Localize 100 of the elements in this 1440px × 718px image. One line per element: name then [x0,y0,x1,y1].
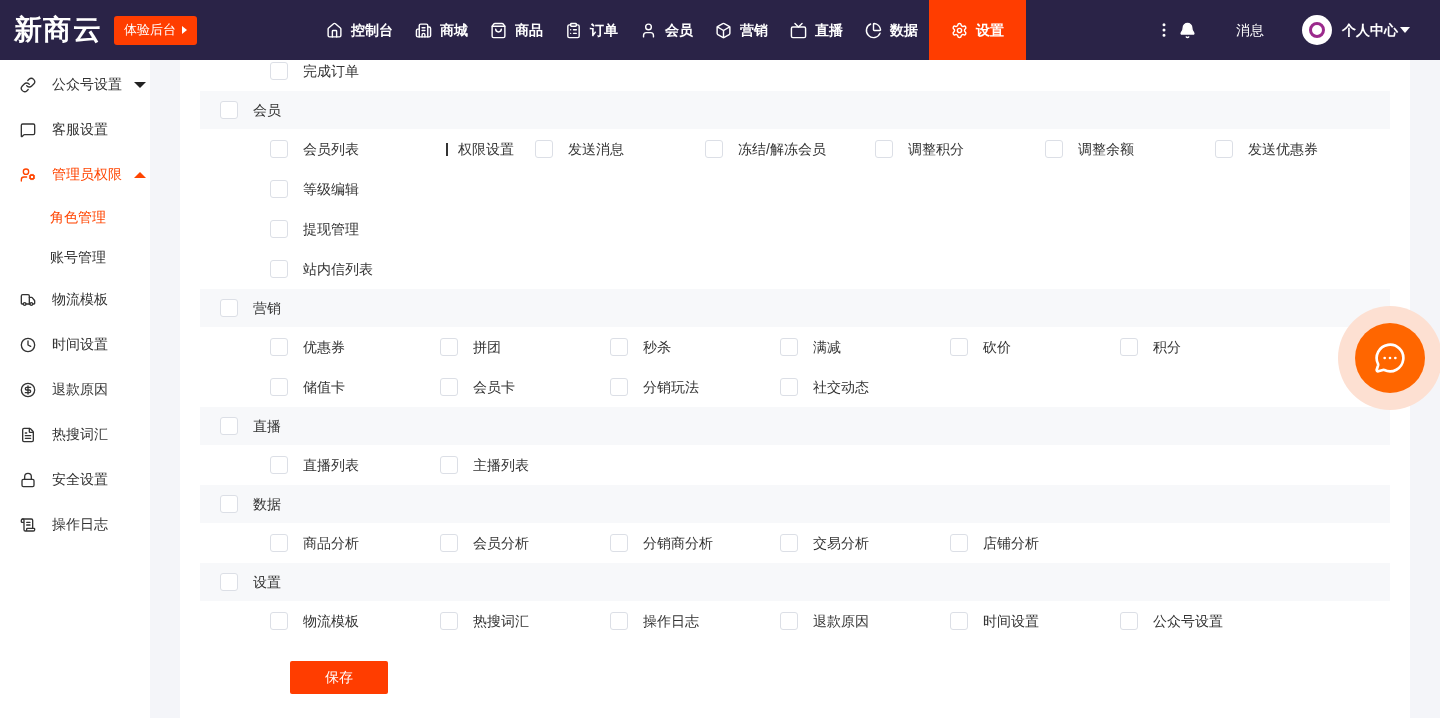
permission-label: 调整积分 [908,139,964,159]
checkbox[interactable] [270,220,288,238]
sidebar-item[interactable]: 管理员权限 [0,152,150,197]
permission-label: 储值卡 [303,377,345,397]
checkbox[interactable] [220,299,238,317]
sidebar-item[interactable]: 热搜词汇 [0,412,150,457]
checkbox[interactable] [780,378,798,396]
sidebar-item[interactable]: 操作日志 [0,502,150,547]
permission-label: 时间设置 [983,611,1039,631]
permission-label: 分销玩法 [643,377,699,397]
sidebar-item[interactable]: 客服设置 [0,107,150,152]
checkbox[interactable] [1120,612,1138,630]
sidebar-item[interactable]: 退款原因 [0,367,150,412]
checkbox[interactable] [440,456,458,474]
document-icon [20,426,36,443]
checkbox[interactable] [270,612,288,630]
permission-label: 店铺分析 [983,533,1039,553]
checkbox[interactable] [780,612,798,630]
permission-label: 分销商分析 [643,533,713,553]
permission-label: 会员列表 [303,139,359,159]
sidebar-item[interactable]: 安全设置 [0,457,150,502]
checkbox[interactable] [270,260,288,278]
checkbox[interactable] [220,573,238,591]
permission-label: 物流模板 [303,611,359,631]
sidebar-item[interactable]: 公众号设置 [0,62,150,107]
checkbox[interactable] [270,378,288,396]
checkbox[interactable] [440,378,458,396]
checkbox[interactable] [610,338,628,356]
checkbox[interactable] [950,534,968,552]
permission-label: 商品分析 [303,533,359,553]
permission-label: 发送消息 [568,139,624,159]
checkbox[interactable] [440,612,458,630]
nav-tab[interactable]: 控制台 [315,0,405,60]
permission-label: 拼团 [473,337,501,357]
permission-label: 提现管理 [303,219,359,239]
checkbox[interactable] [1215,140,1233,158]
checkbox[interactable] [220,417,238,435]
checkbox[interactable] [270,62,288,80]
checkbox[interactable] [270,534,288,552]
nav-tab[interactable]: 营销 [704,0,780,60]
nav-tab[interactable]: 会员 [629,0,705,60]
avatar[interactable] [1302,15,1332,45]
permission-label: 热搜词汇 [473,611,529,631]
building-icon [415,21,433,39]
checkbox[interactable] [270,338,288,356]
checkbox[interactable] [535,140,553,158]
caret-icon [134,81,146,88]
sidebar-item[interactable]: 物流模板 [0,277,150,322]
nav-tab[interactable]: 订单 [554,0,630,60]
checkbox[interactable] [440,534,458,552]
checkbox[interactable] [950,612,968,630]
permission-label: 冻结/解冻会员 [738,139,826,159]
checkbox[interactable] [610,612,628,630]
permission-label: 公众号设置 [1153,611,1223,631]
messages-link[interactable]: 消息 [1236,19,1264,41]
checkbox[interactable] [950,338,968,356]
checkbox[interactable] [780,338,798,356]
group-label: 设置 [253,572,281,592]
checkbox[interactable] [440,338,458,356]
box-icon [715,21,733,39]
permission-label: 退款原因 [813,611,869,631]
checkbox[interactable] [270,180,288,198]
permission-label: 会员分析 [473,533,529,553]
permission-label: 会员卡 [473,377,515,397]
nav-tab[interactable]: 商城 [404,0,480,60]
nav-tab[interactable]: 设置 [929,0,1027,60]
trial-button[interactable]: 体验后台 [114,15,198,45]
checkbox[interactable] [220,495,238,513]
lock-icon [20,471,36,488]
checkbox[interactable] [1045,140,1063,158]
checkbox[interactable] [270,456,288,474]
checkbox[interactable] [705,140,723,158]
checkbox[interactable] [1120,338,1138,356]
group-label: 直播 [253,416,281,436]
checkbox[interactable] [610,378,628,396]
save-button[interactable]: 保存 [290,661,388,694]
nav-tab[interactable]: 数据 [854,0,930,60]
checkbox[interactable] [780,534,798,552]
user-menu[interactable]: 个人中心 [1342,19,1410,41]
checkbox[interactable] [610,534,628,552]
sidebar-subitem[interactable]: 账号管理 [0,237,150,277]
bell-icon[interactable] [1179,21,1196,39]
sidebar-item[interactable]: 时间设置 [0,322,150,367]
tv-icon [790,21,808,39]
chat-icon [20,121,36,138]
nav-tab[interactable]: 商品 [479,0,555,60]
checkbox[interactable] [220,101,238,119]
checkbox[interactable] [270,140,288,158]
clipboard-icon [565,21,583,39]
permission-label: 发送优惠券 [1248,139,1318,159]
permission-label: 等级编辑 [303,179,359,199]
home-icon [326,21,344,39]
nav-tab[interactable]: 直播 [779,0,855,60]
sidebar-subitem[interactable]: 角色管理 [0,197,150,237]
permission-label: 交易分析 [813,533,869,553]
permission-label: 调整余额 [1078,139,1134,159]
permission-label: 主播列表 [473,455,529,475]
checkbox[interactable] [875,140,893,158]
truck-icon [20,291,36,308]
group-label: 营销 [253,298,281,318]
